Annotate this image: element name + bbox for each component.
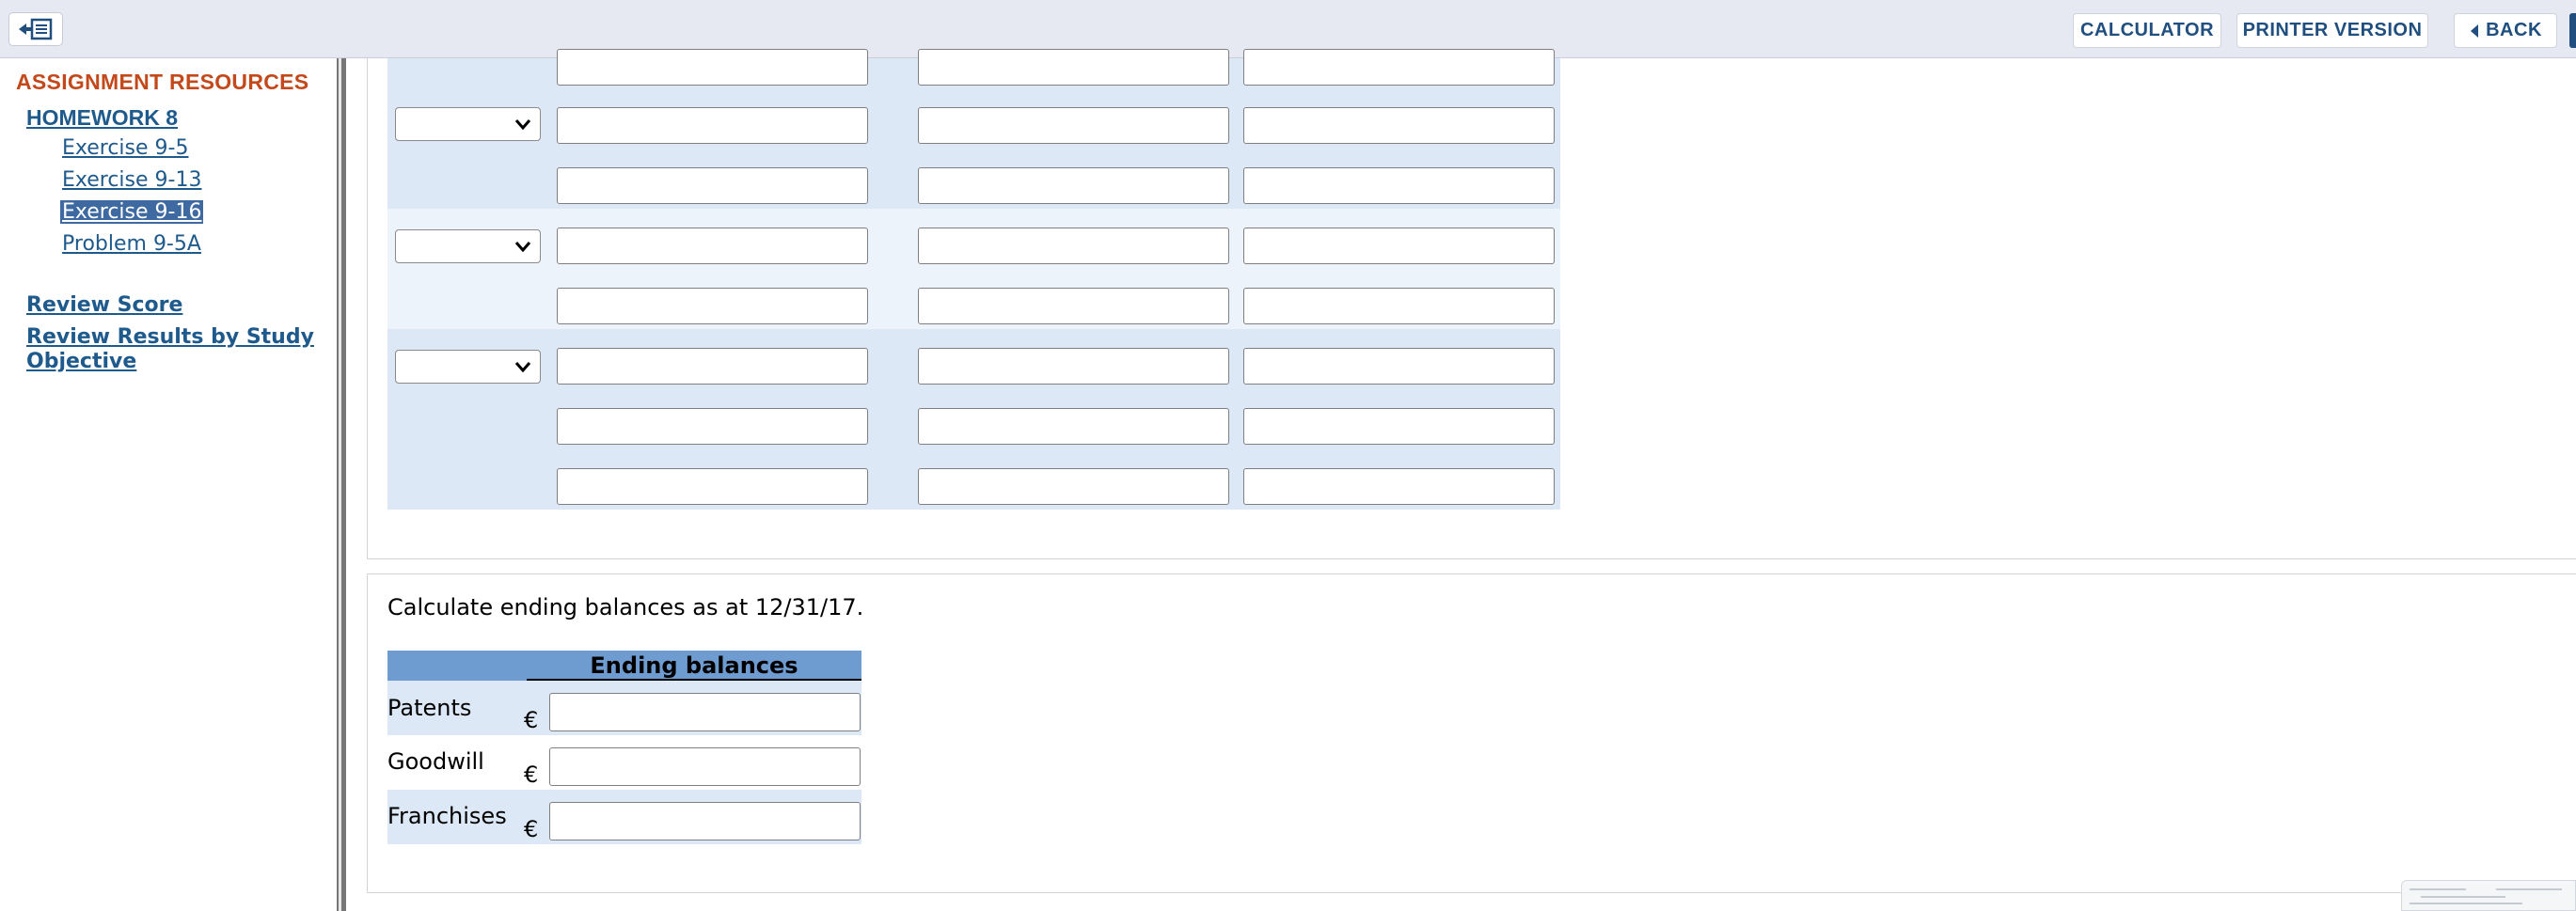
- euro-symbol: €: [524, 762, 539, 788]
- credit-input[interactable]: [1243, 49, 1555, 86]
- credit-input[interactable]: [1243, 228, 1555, 264]
- chevron-down-icon: [514, 362, 531, 373]
- chevron-down-icon: [514, 119, 531, 131]
- sidebar-splitter[interactable]: [337, 58, 346, 911]
- exercise-link[interactable]: Problem 9-5A: [60, 232, 203, 256]
- thumbnail-line: [2410, 888, 2466, 890]
- homework-link[interactable]: HOMEWORK 8: [26, 105, 178, 131]
- debit-input[interactable]: [918, 49, 1229, 86]
- screenshot-thumbnail[interactable]: [2401, 880, 2576, 911]
- assignment-resources-title: ASSIGNMENT RESOURCES: [16, 70, 309, 94]
- debit-input[interactable]: [918, 408, 1229, 445]
- splitter-highlight: [339, 58, 341, 911]
- balance-label-goodwill: Goodwill: [387, 748, 484, 775]
- date-select[interactable]: [395, 107, 541, 141]
- franchises-balance-input[interactable]: [549, 802, 861, 840]
- date-select[interactable]: [395, 350, 541, 384]
- balance-label-franchises: Franchises: [387, 803, 507, 829]
- exercise-link-active[interactable]: Exercise 9-16: [60, 200, 204, 224]
- ending-balances-header: Ending balances: [590, 652, 798, 679]
- debit-input[interactable]: [918, 167, 1229, 204]
- sidebar-toggle-button[interactable]: [8, 12, 63, 46]
- credit-input[interactable]: [1243, 167, 1555, 204]
- instruction-text: Calculate ending balances as at 12/31/17…: [387, 594, 864, 620]
- caret-left-icon: [2471, 24, 2479, 38]
- credit-input[interactable]: [1243, 408, 1555, 445]
- account-input[interactable]: [557, 288, 868, 324]
- account-input[interactable]: [557, 167, 868, 204]
- review-score-link[interactable]: Review Score: [26, 293, 182, 318]
- account-input[interactable]: [557, 348, 868, 385]
- patents-balance-input[interactable]: [549, 693, 861, 731]
- back-button[interactable]: BACK: [2454, 13, 2557, 48]
- debit-input[interactable]: [918, 468, 1229, 505]
- chevron-down-icon: [514, 242, 531, 253]
- credit-input[interactable]: [1243, 107, 1555, 144]
- thumbnail-line: [2421, 896, 2505, 898]
- account-input[interactable]: [557, 228, 868, 264]
- date-select[interactable]: [395, 229, 541, 263]
- review-results-link[interactable]: Review Results by Study Objective: [26, 325, 325, 374]
- goodwill-balance-input[interactable]: [549, 747, 861, 786]
- debit-input[interactable]: [918, 348, 1229, 385]
- printer-version-label: PRINTER VERSION: [2242, 20, 2423, 40]
- exercise-link[interactable]: Exercise 9-5: [60, 136, 190, 160]
- exercise-link[interactable]: Exercise 9-13: [60, 168, 203, 192]
- account-input[interactable]: [557, 408, 868, 445]
- credit-input[interactable]: [1243, 348, 1555, 385]
- credit-input[interactable]: [1243, 468, 1555, 505]
- balance-label-patents: Patents: [387, 695, 472, 721]
- account-input[interactable]: [557, 107, 868, 144]
- printer-version-button[interactable]: PRINTER VERSION: [2236, 13, 2428, 48]
- debit-input[interactable]: [918, 288, 1229, 324]
- thumbnail-line: [2496, 888, 2562, 890]
- calculator-label: CALCULATOR: [2079, 20, 2215, 40]
- account-input[interactable]: [557, 468, 868, 505]
- account-input[interactable]: [557, 49, 868, 86]
- calculator-button[interactable]: CALCULATOR: [2073, 13, 2221, 48]
- thumbnail-line: [2410, 903, 2522, 904]
- euro-symbol: €: [524, 816, 539, 842]
- overflow-button[interactable]: [2569, 13, 2576, 48]
- debit-input[interactable]: [918, 228, 1229, 264]
- credit-input[interactable]: [1243, 288, 1555, 324]
- back-label: BACK: [2486, 20, 2542, 40]
- debit-input[interactable]: [918, 107, 1229, 144]
- euro-symbol: €: [524, 707, 539, 733]
- collapse-sidebar-icon: [19, 18, 53, 40]
